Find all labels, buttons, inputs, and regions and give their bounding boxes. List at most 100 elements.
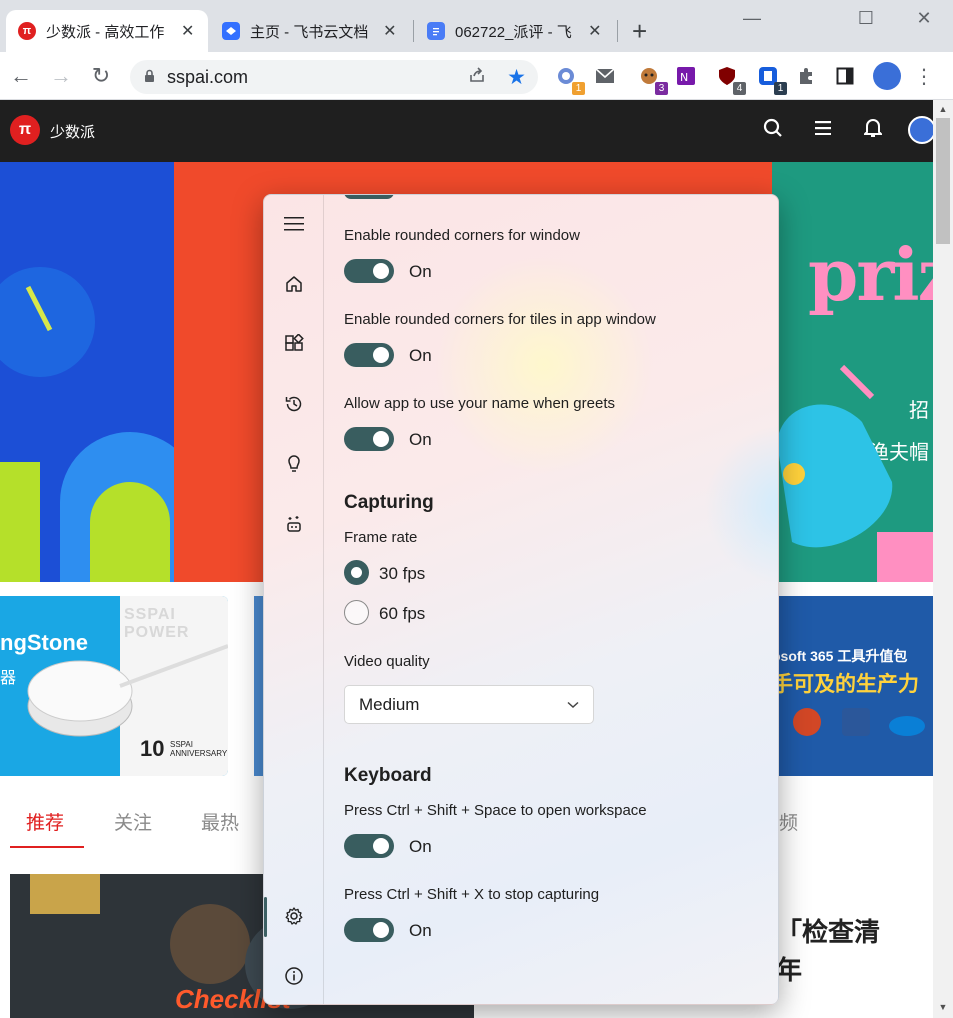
address-bar[interactable]: sspai.com ★ (130, 60, 538, 94)
tab-sspai[interactable]: π 少数派 - 高效工作 ✕ (6, 10, 208, 52)
toggle-knob (373, 263, 389, 279)
home-icon[interactable] (279, 269, 309, 299)
video-quality-dropdown[interactable]: Medium (344, 685, 594, 724)
reload-icon[interactable]: ↻ (86, 62, 116, 90)
svg-text:N: N (680, 71, 688, 84)
navigation-rail (264, 195, 324, 1004)
extension-chat-icon[interactable]: 1 (554, 64, 585, 95)
article-title[interactable]: 「检查清 (776, 912, 880, 949)
toggle-state: On (409, 430, 432, 449)
toggle-state: On (409, 921, 432, 940)
radio-60fps[interactable] (344, 600, 369, 625)
close-window-icon[interactable]: ✕ (904, 8, 944, 29)
charger-puck-icon (27, 644, 228, 737)
setting-label: Enable rounded corners for window (344, 227, 580, 244)
extension-badge: 1 (774, 82, 787, 95)
back-arrow-icon[interactable]: ← (6, 62, 36, 90)
minimize-icon[interactable]: — (732, 8, 772, 29)
tab-close-icon[interactable]: ✕ (179, 21, 196, 41)
ublock-icon[interactable]: 4 (715, 64, 746, 95)
browser-tab-strip: π 少数派 - 高效工作 ✕ 主页 - 飞书云文档 ✕ 062722_派评 - … (0, 0, 953, 52)
info-icon[interactable] (279, 961, 309, 991)
settings-gear-icon[interactable] (279, 901, 309, 931)
feishu-favicon-icon (222, 22, 240, 40)
chevron-down-icon (567, 701, 579, 709)
tab-separator (413, 20, 414, 42)
bell-icon[interactable] (860, 118, 886, 144)
onenote-icon[interactable]: N (674, 64, 698, 88)
article-title-line-2[interactable]: 年 (776, 950, 802, 987)
history-icon[interactable] (279, 389, 309, 419)
site-header: π 少数派 (0, 100, 936, 162)
tab-feishu-doc[interactable]: 062722_派评 - 飞 ✕ (415, 10, 615, 52)
extension-monkey-icon[interactable]: 3 (637, 64, 668, 95)
tab-close-icon[interactable]: ✕ (382, 21, 398, 41)
bucket-hat-icon (777, 364, 933, 582)
maximize-icon[interactable]: ☐ (846, 8, 886, 29)
search-icon[interactable] (760, 118, 786, 144)
rounded-window-toggle[interactable] (344, 259, 394, 283)
scroll-up-arrow-icon[interactable]: ▲ (933, 104, 953, 114)
mail-icon[interactable] (593, 64, 617, 88)
apps-icon[interactable] (279, 329, 309, 359)
menu-icon[interactable] (810, 118, 836, 141)
lightbulb-icon[interactable] (279, 449, 309, 479)
browser-toolbar: ← → ↻ sspai.com ★ 1 3 N 4 1 ⋮ (0, 52, 953, 100)
forward-arrow-icon[interactable]: → (46, 62, 76, 90)
sspai-logo[interactable]: π (10, 115, 40, 145)
new-tab-button[interactable]: + (632, 16, 647, 46)
video-quality-label: Video quality (344, 653, 430, 670)
tab-hottest[interactable]: 最热 (201, 808, 239, 835)
scrollbar-thumb[interactable] (936, 118, 950, 244)
toggle-knob (373, 347, 389, 363)
frame-rate-label: Frame rate (344, 529, 418, 546)
user-avatar[interactable] (908, 116, 936, 144)
setting-label: Allow app to use your name when greets (344, 395, 615, 412)
extension-badge: 4 (733, 82, 746, 95)
extension-badge: 3 (655, 82, 668, 95)
radio-30fps[interactable] (344, 560, 369, 585)
tab-close-icon[interactable]: ✕ (587, 21, 603, 41)
radio-label[interactable]: 60 fps (379, 604, 425, 624)
use-name-toggle[interactable] (344, 427, 394, 451)
radio-label[interactable]: 30 fps (379, 564, 425, 584)
active-tab-underline (10, 846, 84, 848)
tab-recommended[interactable]: 推荐 (26, 808, 64, 835)
tab-following[interactable]: 关注 (114, 808, 152, 835)
settings-app-window: Enable rounded corners for window On Ena… (263, 194, 779, 1005)
banner-left[interactable] (0, 162, 174, 582)
profile-avatar[interactable] (873, 62, 901, 90)
rounded-tiles-toggle[interactable] (344, 343, 394, 367)
toggle-switch-partial[interactable] (344, 195, 394, 199)
promo-text: osoft 365 工具升值包 (772, 648, 908, 664)
promo-anniversary: 10 (140, 736, 165, 761)
setting-label: Enable rounded corners for tiles in app … (344, 311, 656, 328)
setting-label: Press Ctrl + Shift + X to stop capturing (344, 886, 600, 903)
banner-left-art-icon (0, 267, 174, 582)
share-icon[interactable] (468, 66, 486, 89)
promo-card-left[interactable]: ngStone 器 SSPAI POWER SSPAI ANNIVERSARY … (0, 596, 228, 776)
bookmark-star-icon[interactable]: ★ (507, 65, 526, 90)
doc-favicon-icon (427, 22, 445, 40)
toggle-state: On (409, 346, 432, 365)
site-name[interactable]: 少数派 (50, 121, 95, 142)
puzzle-extensions-icon[interactable] (794, 64, 818, 88)
toggle-knob (373, 922, 389, 938)
open-workspace-shortcut-toggle[interactable] (344, 834, 394, 858)
extension-bitwarden-icon[interactable]: 1 (756, 64, 787, 95)
tab-title: 主页 - 飞书云文档 (250, 23, 369, 41)
hamburger-menu-icon[interactable] (279, 209, 309, 239)
page-scrollbar[interactable]: ▲ ▼ (933, 100, 953, 1018)
side-panel-icon[interactable] (833, 64, 857, 88)
stop-capturing-shortcut-toggle[interactable] (344, 918, 394, 942)
tab-title: 062722_派评 - 飞 (455, 23, 572, 41)
settings-content: Enable rounded corners for window On Ena… (324, 195, 778, 1004)
sspai-favicon-icon: π (18, 22, 36, 40)
promo-card-right[interactable]: osoft 365 工具升值包 手可及的生产力 (772, 596, 933, 776)
banner-right[interactable]: priz 招 渔夫帽 (772, 162, 933, 582)
tab-video[interactable]: 频 (779, 808, 798, 835)
scroll-down-arrow-icon[interactable]: ▼ (933, 1002, 953, 1012)
tab-feishu-home[interactable]: 主页 - 飞书云文档 ✕ (210, 10, 410, 52)
sparkle-bot-icon[interactable] (279, 509, 309, 539)
more-menu-icon[interactable]: ⋮ (912, 64, 936, 88)
